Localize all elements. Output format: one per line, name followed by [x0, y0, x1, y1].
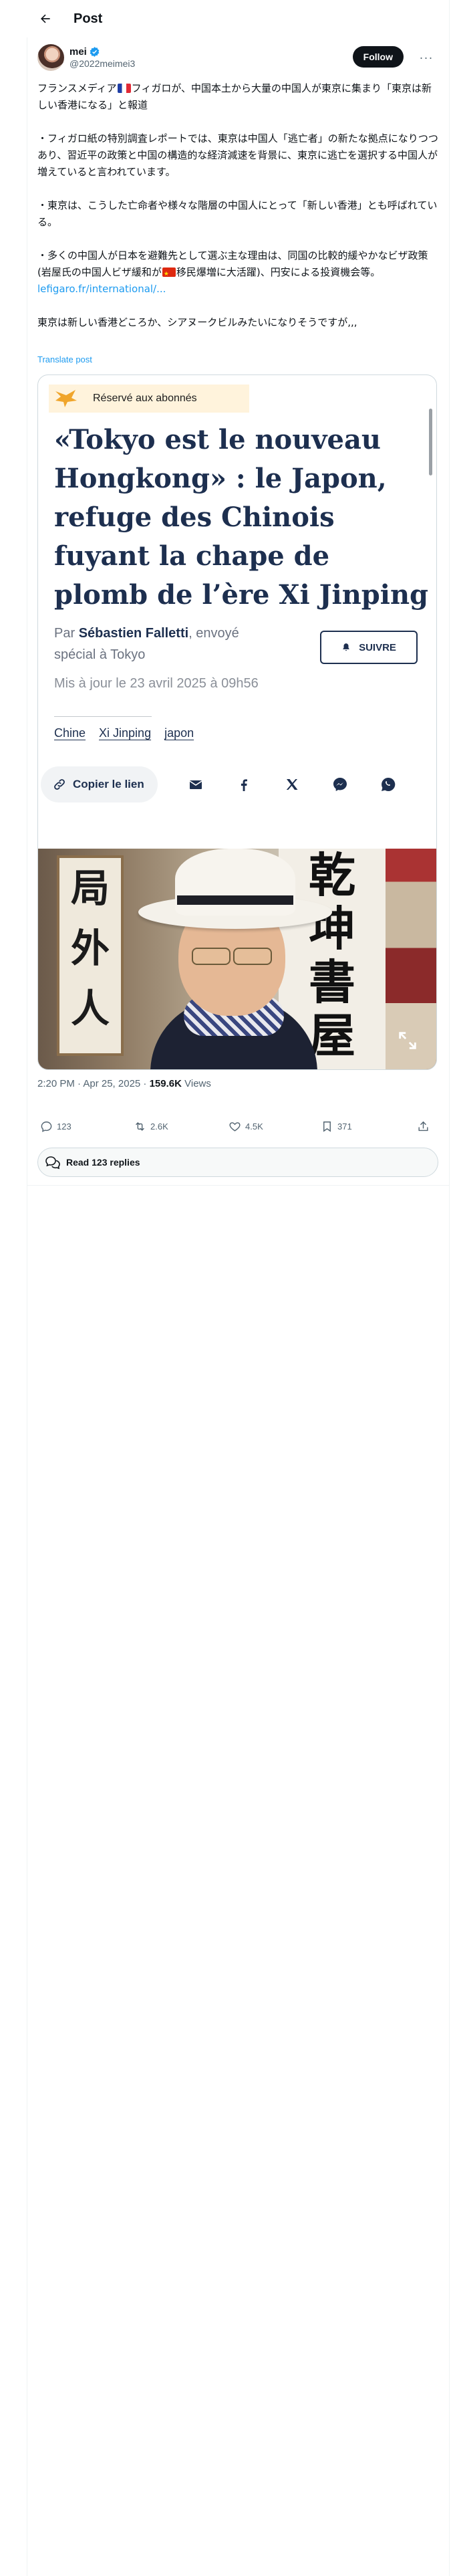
author-row: mei @2022meimei3 Follow ···: [37, 43, 438, 72]
article-tag: japon: [164, 726, 194, 740]
copy-link-button: Copier le lien: [41, 766, 158, 802]
like-button[interactable]: 4.5K: [229, 1120, 263, 1133]
article-scrollbar: [429, 409, 432, 475]
reply-button[interactable]: 123: [40, 1120, 71, 1133]
like-count: 4.5K: [245, 1121, 263, 1132]
facebook-share: [234, 774, 254, 794]
tweet-paragraph: ・東京は、こうした亡命者や様々な階層の中国人にとって「新しい香港」とも呼ばれてい…: [37, 199, 438, 228]
facebook-icon: [241, 779, 247, 791]
subscriber-badge-icon: [55, 390, 77, 407]
messenger-icon: [333, 778, 347, 791]
reply-count: 123: [57, 1121, 71, 1132]
calligraphy-scroll-left: 局 外 人: [57, 855, 124, 1056]
link-icon: [54, 779, 65, 790]
tweet-paragraph: 東京は新しい香港どころか、シアヌークビルみたいになりそうですが,,,: [37, 316, 357, 328]
article-tag: Xi Jinping: [99, 726, 152, 740]
tweet-link[interactable]: lefigaro.fr/international/...: [37, 283, 166, 295]
post-timestamp: 2:20 PM · Apr 25, 2025 · 159.6K Views: [37, 1078, 211, 1089]
author-name[interactable]: mei: [69, 46, 87, 58]
x-icon: [286, 779, 298, 790]
badge-label: Réservé aux abonnés: [93, 393, 197, 404]
article-photo: 局 外 人 乾 坤 書 屋: [38, 849, 436, 1069]
replies-bubble-icon: [45, 1156, 60, 1170]
suivre-button: SUIVRE: [320, 631, 418, 664]
back-button[interactable]: [32, 5, 59, 32]
more-options-button[interactable]: ···: [417, 48, 436, 67]
x-share: [282, 774, 302, 794]
repost-button[interactable]: 2.6K: [134, 1120, 168, 1133]
mail-icon: [189, 780, 202, 789]
verified-badge-icon: [90, 47, 100, 57]
article-author: Sébastien Falletti: [78, 626, 189, 641]
replies-divider: [27, 1185, 449, 1186]
right-rail-divider: [449, 0, 450, 2576]
hat-crown: [175, 849, 295, 916]
bell-icon: [343, 643, 349, 651]
back-arrow-icon: [41, 14, 50, 23]
whatsapp-share: [378, 774, 398, 794]
france-flag-icon: [117, 84, 131, 93]
view-count: 159.6K: [149, 1078, 182, 1089]
like-icon: [229, 1121, 241, 1132]
subscriber-badge: Réservé aux abonnés: [49, 385, 249, 413]
article-tag: Chine: [54, 726, 86, 740]
expand-icon[interactable]: [396, 1029, 419, 1052]
action-bar: 123 2.6K 4.5K 371: [37, 1113, 438, 1140]
repost-icon: [136, 1121, 144, 1131]
article-title: «Tokyo est le nouveau Hongkong» : le Jap…: [54, 424, 428, 611]
share-icon: [418, 1121, 428, 1131]
mail-share: [186, 774, 206, 794]
tweet-paragraph: フランスメディア フィガロが、中国本土から大量の中国人が東京に集まり「東京は新しい…: [37, 82, 432, 111]
china-flag-icon: [162, 267, 176, 277]
person-glasses: [186, 948, 277, 965]
article-share-row: Copier le lien: [38, 764, 436, 804]
bookmark-icon: [323, 1121, 331, 1132]
avatar[interactable]: [37, 44, 64, 71]
messenger-share: [330, 774, 350, 794]
translate-post-link[interactable]: Translate post: [37, 354, 92, 364]
article-byline: Par Sébastien Falletti, envoyé spécial à…: [54, 626, 239, 662]
tweet-text: フランスメディア フィガロが、中国本土から大量の中国人が東京に集まり「東京は新しい…: [37, 80, 438, 331]
article-tags: Chine Xi Jinping japon: [54, 726, 194, 740]
tweet-paragraph: ・フィガロ紙の特別調査レポートでは、東京は中国人「逃亡者」の新たな拠点になりつつ…: [37, 132, 438, 178]
hat-band: [177, 895, 293, 905]
article-screenshot[interactable]: Réservé aux abonnés «Tokyo est le nouvea…: [37, 374, 437, 1070]
whatsapp-icon: [381, 777, 396, 791]
author-info: mei @2022meimei3: [69, 46, 135, 69]
article-date: Mis à jour le 23 avril 2025 à 09h56: [54, 676, 259, 691]
read-replies-button[interactable]: Read 123 replies: [37, 1148, 438, 1177]
top-bar: Post: [27, 0, 449, 37]
article-separator: [54, 716, 152, 717]
follow-button[interactable]: Follow: [352, 46, 404, 68]
page-title: Post: [73, 11, 103, 26]
author-handle[interactable]: @2022meimei3: [69, 58, 135, 69]
bookmark-button[interactable]: 371: [321, 1120, 352, 1133]
name-row: mei: [69, 46, 135, 58]
repost-count: 2.6K: [150, 1121, 168, 1132]
reply-icon: [41, 1121, 52, 1132]
share-button[interactable]: [417, 1120, 434, 1133]
bookmark-count: 371: [337, 1121, 352, 1132]
tweet-paragraph: ・多くの中国人が日本を避難先として選ぶ主な理由は、同国の比較的緩やかなビザ政策(…: [37, 247, 438, 281]
